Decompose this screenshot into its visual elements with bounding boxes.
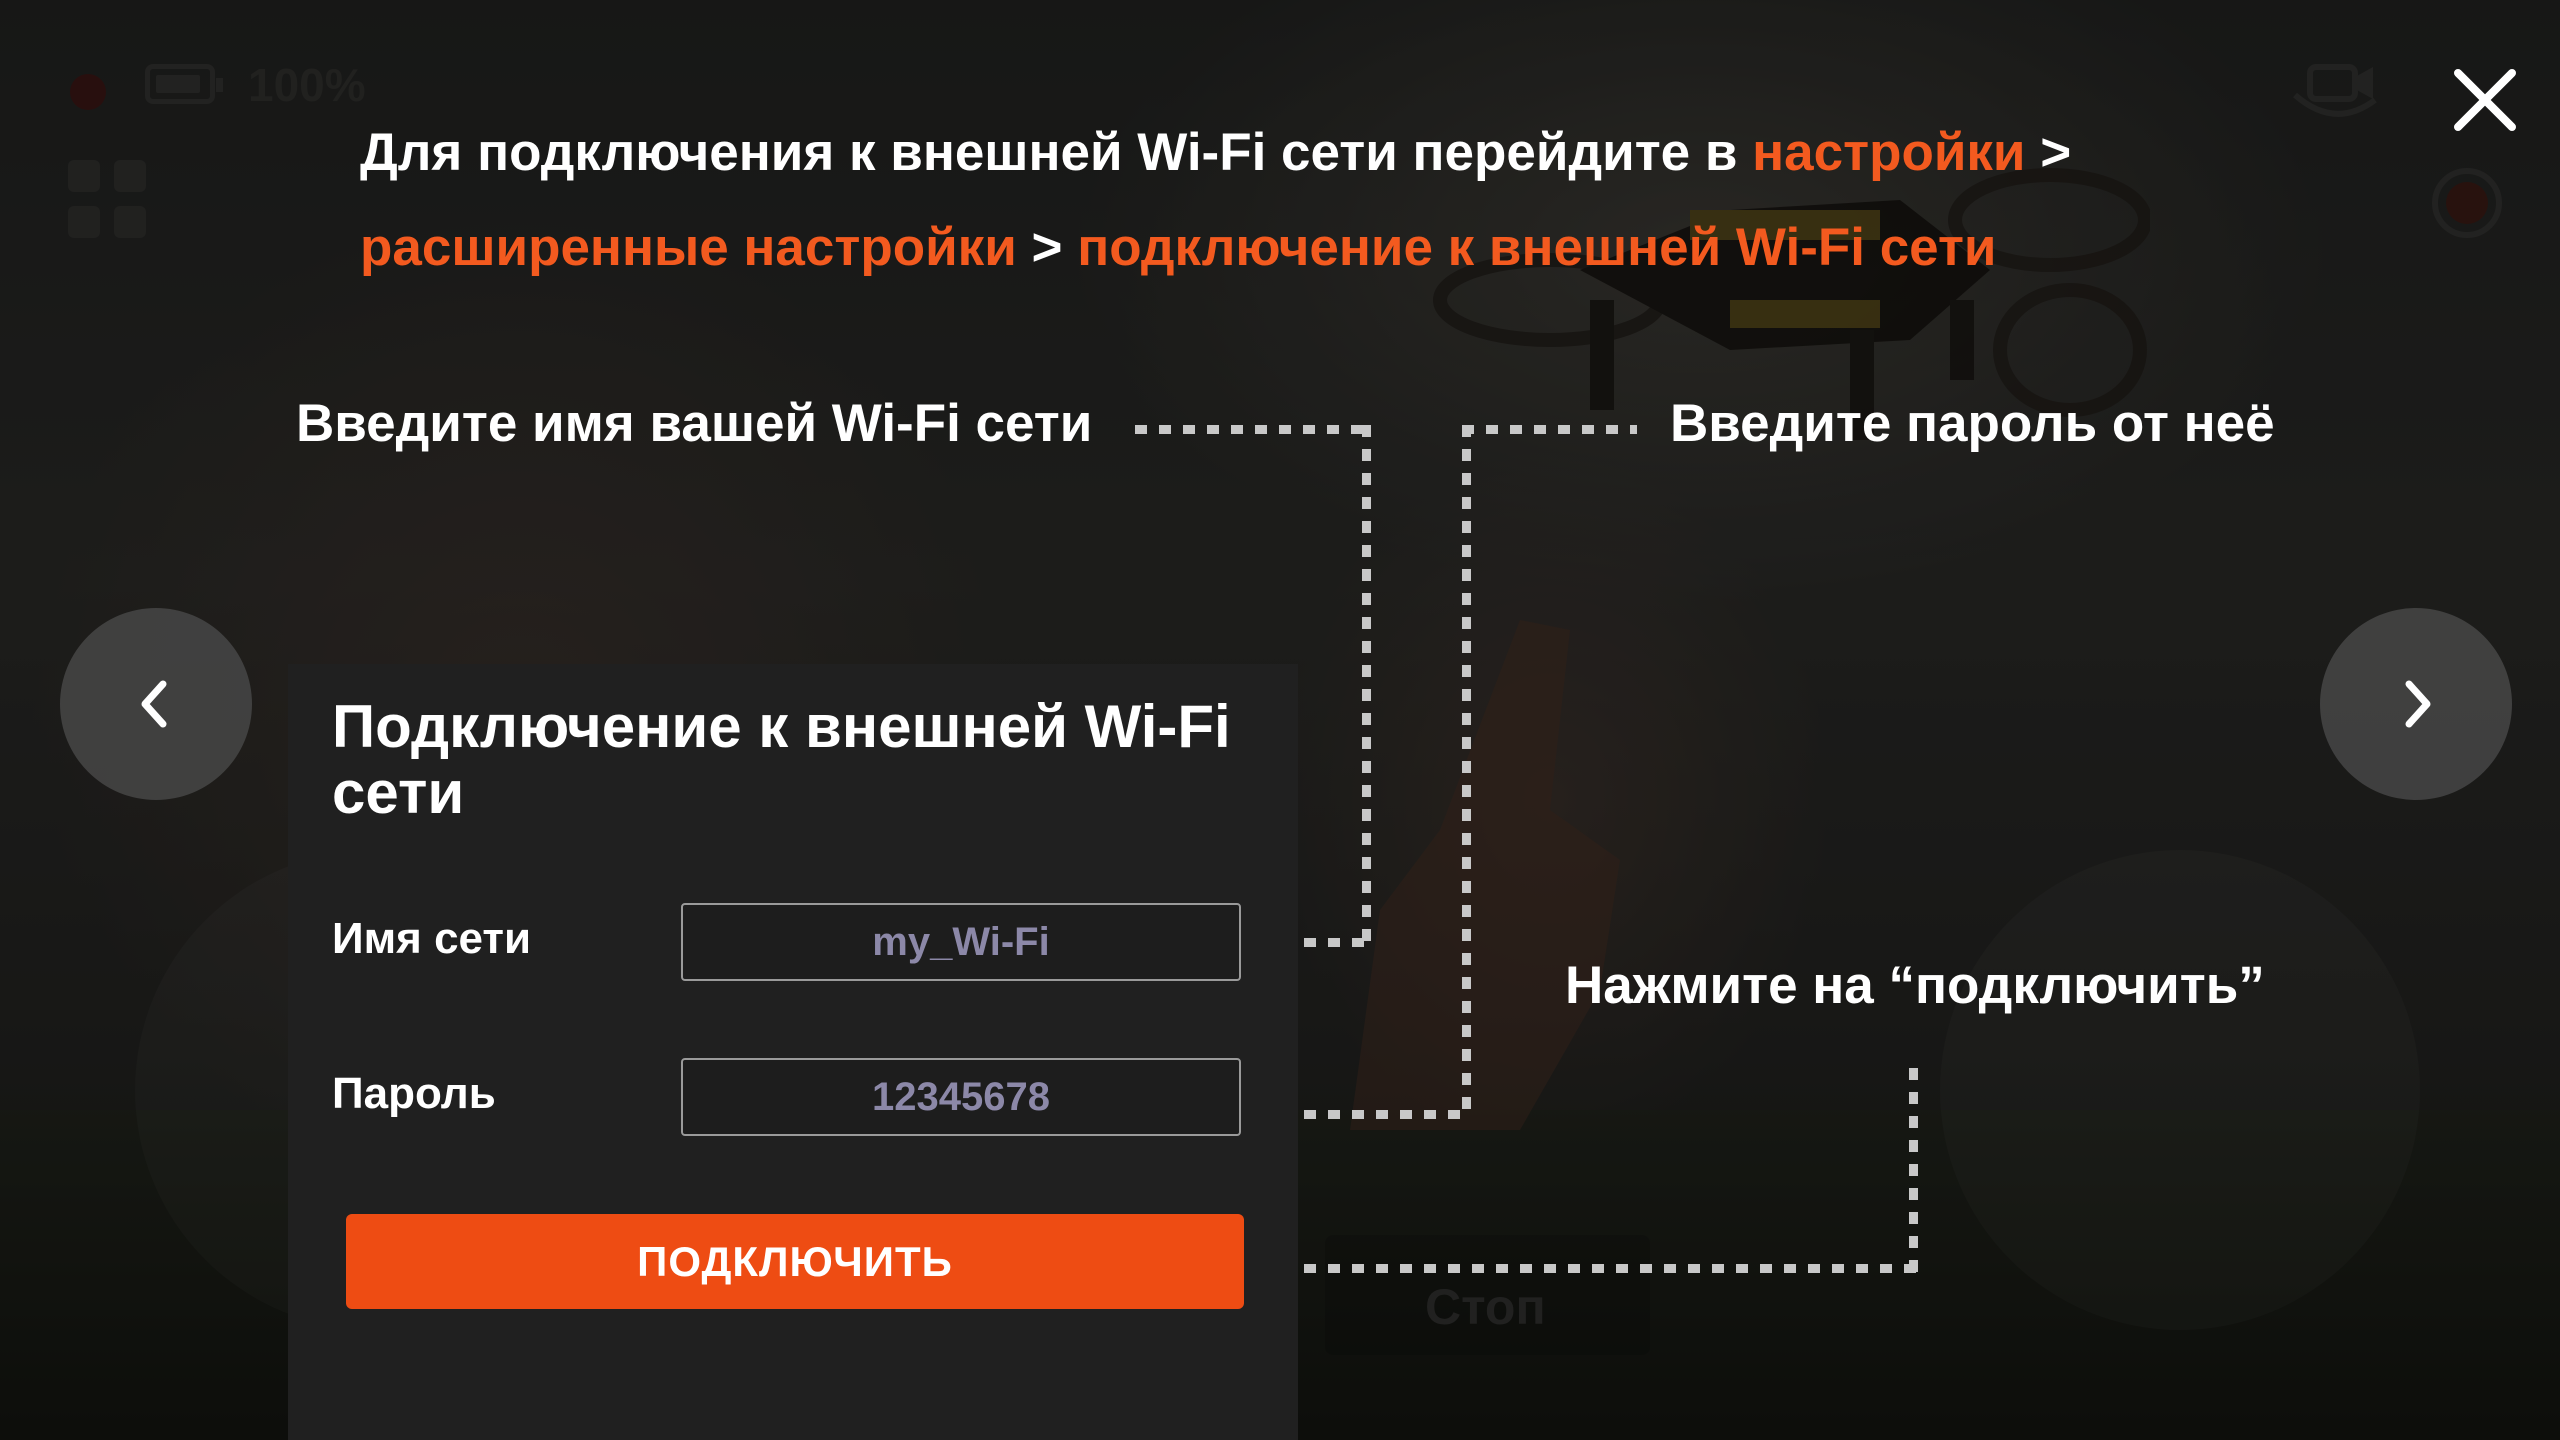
- separator: >: [2025, 123, 2072, 182]
- password-input[interactable]: 12345678: [681, 1058, 1241, 1136]
- ssid-label: Имя сети: [332, 914, 532, 963]
- intro-text: Для подключения к внешней Wi-Fi сети пер…: [360, 105, 2210, 295]
- connector-line: [1280, 1264, 1918, 1273]
- intro-text-part: Для подключения к внешней Wi-Fi сети пер…: [360, 123, 1753, 182]
- connector-line: [1280, 1110, 1470, 1119]
- chevron-right-icon: [2405, 680, 2431, 728]
- separator: >: [1016, 218, 1078, 277]
- close-icon[interactable]: [2440, 55, 2530, 145]
- advanced-settings-link: расширенные настройки: [360, 218, 1017, 277]
- panel-title: Подключение к внешней Wi-Fi сети: [332, 693, 1231, 826]
- external-wifi-link: подключение к внешней Wi-Fi сети: [1077, 218, 1997, 277]
- hint-ssid: Введите имя вашей Wi-Fi сети: [296, 394, 1093, 453]
- connector-line: [1462, 425, 1471, 1120]
- connector-line: [1362, 425, 1371, 945]
- connector-line: [1909, 1068, 1918, 1273]
- password-label: Пароль: [332, 1069, 496, 1118]
- hint-connect: Нажмите на “подключить”: [1565, 956, 2265, 1015]
- ssid-input[interactable]: my_Wi-Fi: [681, 903, 1241, 981]
- connector-line: [1462, 425, 1637, 434]
- hint-password: Введите пароль от неё: [1670, 394, 2275, 453]
- connector-line: [1135, 425, 1370, 434]
- wifi-connect-panel: Подключение к внешней Wi-Fi сети Имя сет…: [288, 664, 1298, 1440]
- prev-button[interactable]: [60, 608, 252, 800]
- settings-link: настройки: [1752, 123, 2026, 182]
- connect-button[interactable]: ПОДКЛЮЧИТЬ: [346, 1214, 1244, 1309]
- chevron-left-icon: [141, 680, 167, 728]
- next-button[interactable]: [2320, 608, 2512, 800]
